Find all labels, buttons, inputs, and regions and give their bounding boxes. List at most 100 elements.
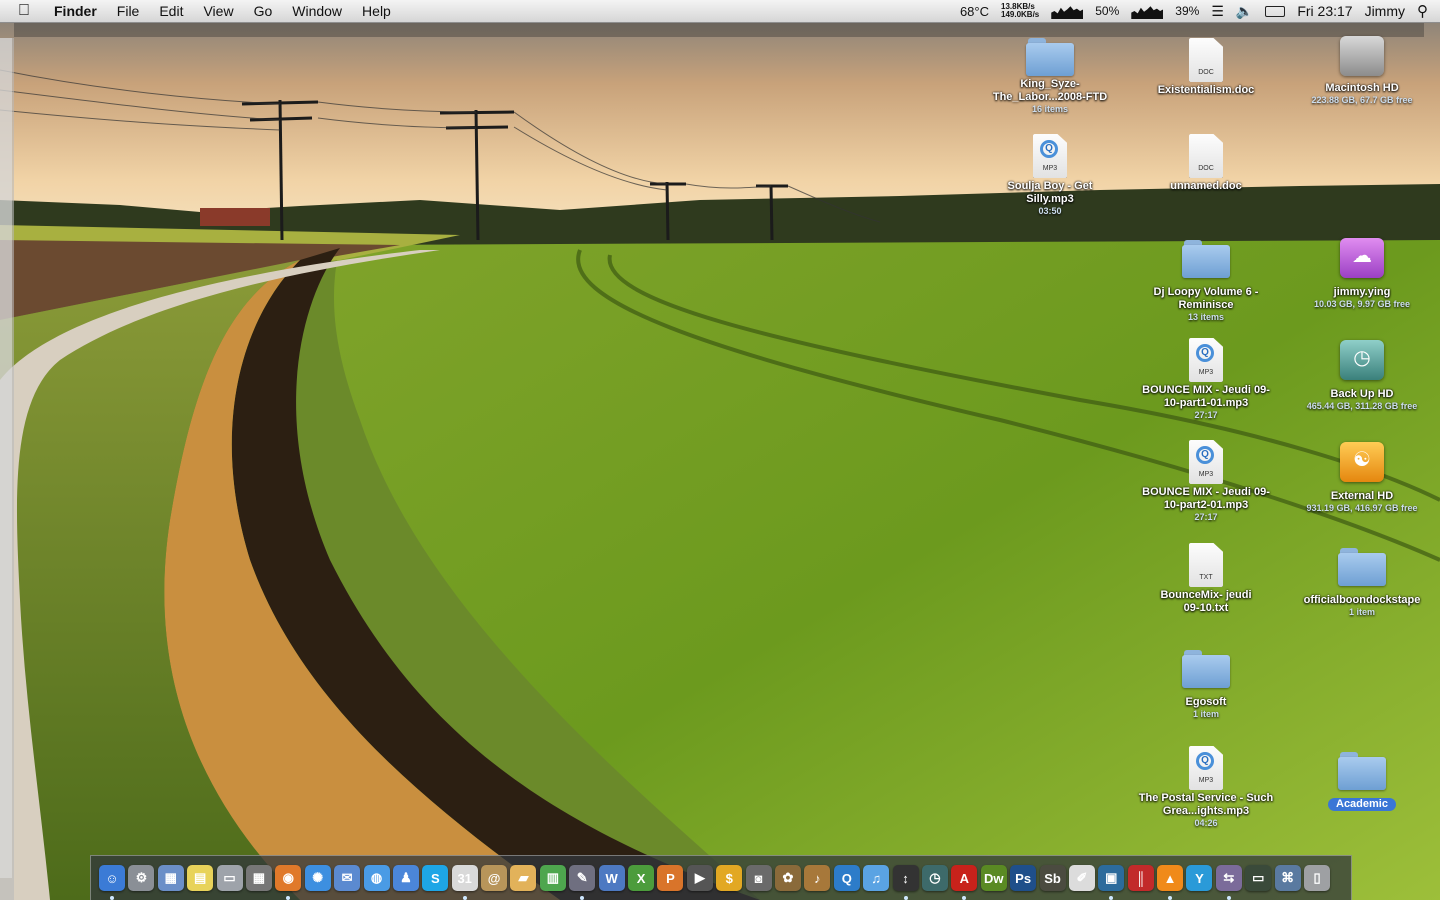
temperature-readout[interactable]: 68°C — [960, 4, 989, 19]
desktop-drive-back-up-hd[interactable]: ◷ Back Up HD 465.44 GB, 311.28 GB free — [1287, 340, 1437, 412]
quicktime-icon[interactable]: Q — [833, 865, 860, 891]
dock: ☺ ⚙ ▦ ▤ ▭ ▦ ◉ ✺ ✉ ◍ ♟ S 31 @ ▰ ▥ ✎ W X P ▶ $ ◙ ✿ ♪ Q ♫ ↕ ◷ A Dw Ps Sb ✐ ▣ ║… — [90, 855, 1352, 900]
calculator-icon[interactable]: ▦ — [245, 865, 272, 891]
memory-percent: 39% — [1175, 4, 1200, 18]
ical-icon[interactable]: 31 — [451, 865, 478, 900]
iphoto-icon[interactable]: ✿ — [774, 865, 801, 891]
time-machine-drive-icon: ◷ — [1340, 340, 1384, 380]
numbers-icon[interactable]: ▥ — [539, 865, 566, 891]
net-down-rate: 149.0KB/s — [1001, 10, 1040, 19]
garageband-icon[interactable]: ♪ — [804, 865, 831, 891]
battery-icon[interactable] — [1265, 5, 1286, 17]
icon-label: BounceMix- jeudi 09-10.txt — [1160, 589, 1252, 614]
trash-icon[interactable]: ▯ — [1304, 865, 1331, 891]
address-book-icon[interactable]: ♟ — [392, 865, 419, 891]
safari-icon[interactable]: ✺ — [304, 865, 331, 891]
money-icon[interactable]: $ — [716, 865, 743, 891]
mp3-file-icon: Q MP3 — [1189, 338, 1223, 382]
mail-icon[interactable]: ✉ — [334, 865, 361, 891]
mp3-file-icon: Q MP3 — [1033, 134, 1067, 178]
scanner-icon[interactable]: ▭ — [216, 865, 243, 891]
icon-label: The Postal Service - Such Grea...ights.m… — [1138, 792, 1274, 817]
excel-icon[interactable]: X — [628, 865, 655, 891]
desktop-file-bounce-part1[interactable]: Q MP3 BOUNCE MIX - Jeudi 09-10-part1-01.m… — [1131, 338, 1281, 421]
activity-monitor-icon[interactable]: ▣ — [1098, 865, 1125, 900]
file-type-label: TXT — [1199, 574, 1213, 581]
console-icon[interactable]: ▭ — [1245, 865, 1272, 891]
left-scrollbar[interactable] — [0, 38, 12, 878]
icon-label: jimmy.ying — [1333, 286, 1391, 298]
file-type-label: MP3 — [1042, 165, 1058, 172]
volume-icon[interactable]: 🔈 — [1236, 3, 1253, 20]
soundbooth-icon[interactable]: Sb — [1039, 865, 1066, 891]
powerpoint-icon[interactable]: P — [657, 865, 684, 891]
dreamweaver-icon[interactable]: Dw — [980, 865, 1007, 891]
desktop-drive-external-hd[interactable]: ☯ External HD 931.19 GB, 416.97 GB free — [1287, 442, 1437, 514]
desktop-file-bouncemix-txt[interactable]: TXT BounceMix- jeudi 09-10.txt — [1131, 543, 1281, 615]
desktop-folder-dj-loopy[interactable]: Dj Loopy Volume 6 - Reminisce 13 items — [1131, 240, 1281, 323]
firefox-icon[interactable]: ◉ — [275, 865, 302, 900]
acrobat-icon[interactable]: A — [951, 865, 978, 900]
network-meter-icon[interactable]: ↕ — [892, 865, 919, 900]
menu-file[interactable]: File — [117, 3, 140, 19]
textedit-icon[interactable]: ✐ — [1068, 865, 1095, 891]
desktop-file-postal-service[interactable]: Q MP3 The Postal Service - Such Grea...ig… — [1131, 746, 1281, 829]
photo-booth-icon[interactable]: ◙ — [745, 865, 772, 891]
folder-icon — [1182, 240, 1230, 278]
keynote-icon[interactable]: ▰ — [510, 865, 537, 891]
skype-icon[interactable]: S — [422, 865, 449, 891]
desktop-folder-officialboondockstape[interactable]: officialboondockstape 1 item — [1287, 548, 1437, 618]
wifi-icon[interactable]: ☰ — [1211, 3, 1224, 20]
icon-sublabel: 223.88 GB, 67.7 GB free — [1311, 95, 1413, 105]
itunes-icon[interactable]: ♫ — [863, 865, 890, 891]
yep-icon[interactable]: Y — [1186, 865, 1213, 891]
menu-window[interactable]: Window — [292, 3, 342, 19]
desktop-folder-egosoft[interactable]: Egosoft 1 item — [1131, 650, 1281, 720]
imovie-icon[interactable]: ▶ — [686, 865, 713, 891]
desktop-folder-king-syze[interactable]: King_Syze-The_Labor...2008-FTD 16 items — [975, 38, 1125, 115]
system-preferences-icon[interactable]: ⚙ — [128, 865, 155, 891]
network-utility-icon[interactable]: ⌘ — [1274, 865, 1301, 891]
menu-help[interactable]: Help — [362, 3, 391, 19]
stickies-icon[interactable]: ▤ — [187, 865, 214, 891]
app-menu-finder[interactable]: Finder — [54, 3, 97, 19]
desktop-file-existentialism[interactable]: DOC Existentialism.doc — [1131, 38, 1281, 97]
parallels-icon[interactable]: ║ — [1127, 865, 1154, 891]
folder-icon — [1338, 548, 1386, 586]
icon-sublabel: 10.03 GB, 9.97 GB free — [1313, 299, 1411, 309]
desktop-drive-jimmy-ying[interactable]: ☁ jimmy.ying 10.03 GB, 9.97 GB free — [1287, 238, 1437, 310]
address-card-icon[interactable]: @ — [481, 865, 508, 891]
menu-edit[interactable]: Edit — [159, 3, 183, 19]
spotlight-search-icon[interactable]: ⚲ — [1417, 2, 1428, 20]
file-type-label: MP3 — [1198, 777, 1214, 784]
finder-icon[interactable]: ☺ — [99, 865, 125, 900]
cpu-graph-icon[interactable] — [1051, 6, 1084, 19]
desktop-folder-academic[interactable]: Academic — [1287, 752, 1437, 811]
icon-label: External HD — [1330, 490, 1394, 502]
cpu-percent: 50% — [1095, 4, 1120, 18]
icon-label: Dj Loopy Volume 6 - Reminisce — [1153, 286, 1259, 311]
apple-icon[interactable]:  — [18, 2, 40, 20]
user-menu[interactable]: Jimmy — [1365, 3, 1405, 19]
icon-sublabel: 03:50 — [1038, 206, 1062, 216]
desktop-file-bounce-part2[interactable]: Q MP3 BOUNCE MIX - Jeudi 09-10-part2-01.m… — [1131, 440, 1281, 523]
desktop-file-unnamed[interactable]: DOC unnamed.doc — [1131, 134, 1281, 193]
document-icon: DOC — [1189, 38, 1223, 82]
menu-view[interactable]: View — [203, 3, 233, 19]
memory-graph-icon[interactable] — [1131, 6, 1164, 19]
utility-icon[interactable]: ⇆ — [1215, 865, 1242, 900]
word-icon[interactable]: W — [598, 865, 625, 891]
usb-drive-icon: ☯ — [1340, 442, 1384, 482]
icon-label: BOUNCE MIX - Jeudi 09-10-part1-01.mp3 — [1142, 384, 1270, 409]
clock[interactable]: Fri 23:17 — [1297, 3, 1352, 19]
time-machine-icon[interactable]: ◷ — [921, 865, 948, 891]
photoshop-icon[interactable]: Ps — [1010, 865, 1037, 891]
desktop-drive-macintosh-hd[interactable]: Macintosh HD 223.88 GB, 67.7 GB free — [1287, 36, 1437, 106]
network-readout[interactable]: 13.8KB/s 149.0KB/s — [1001, 3, 1039, 19]
menu-go[interactable]: Go — [254, 3, 273, 19]
preview-icon[interactable]: ▦ — [157, 865, 184, 891]
vlc-icon[interactable]: ▲ — [1157, 865, 1184, 900]
script-editor-icon[interactable]: ✎ — [569, 865, 596, 900]
ichat-icon[interactable]: ◍ — [363, 865, 390, 891]
desktop-file-soulja-boy[interactable]: Q MP3 Soulja Boy - Get Silly.mp3 03:50 — [975, 134, 1125, 217]
